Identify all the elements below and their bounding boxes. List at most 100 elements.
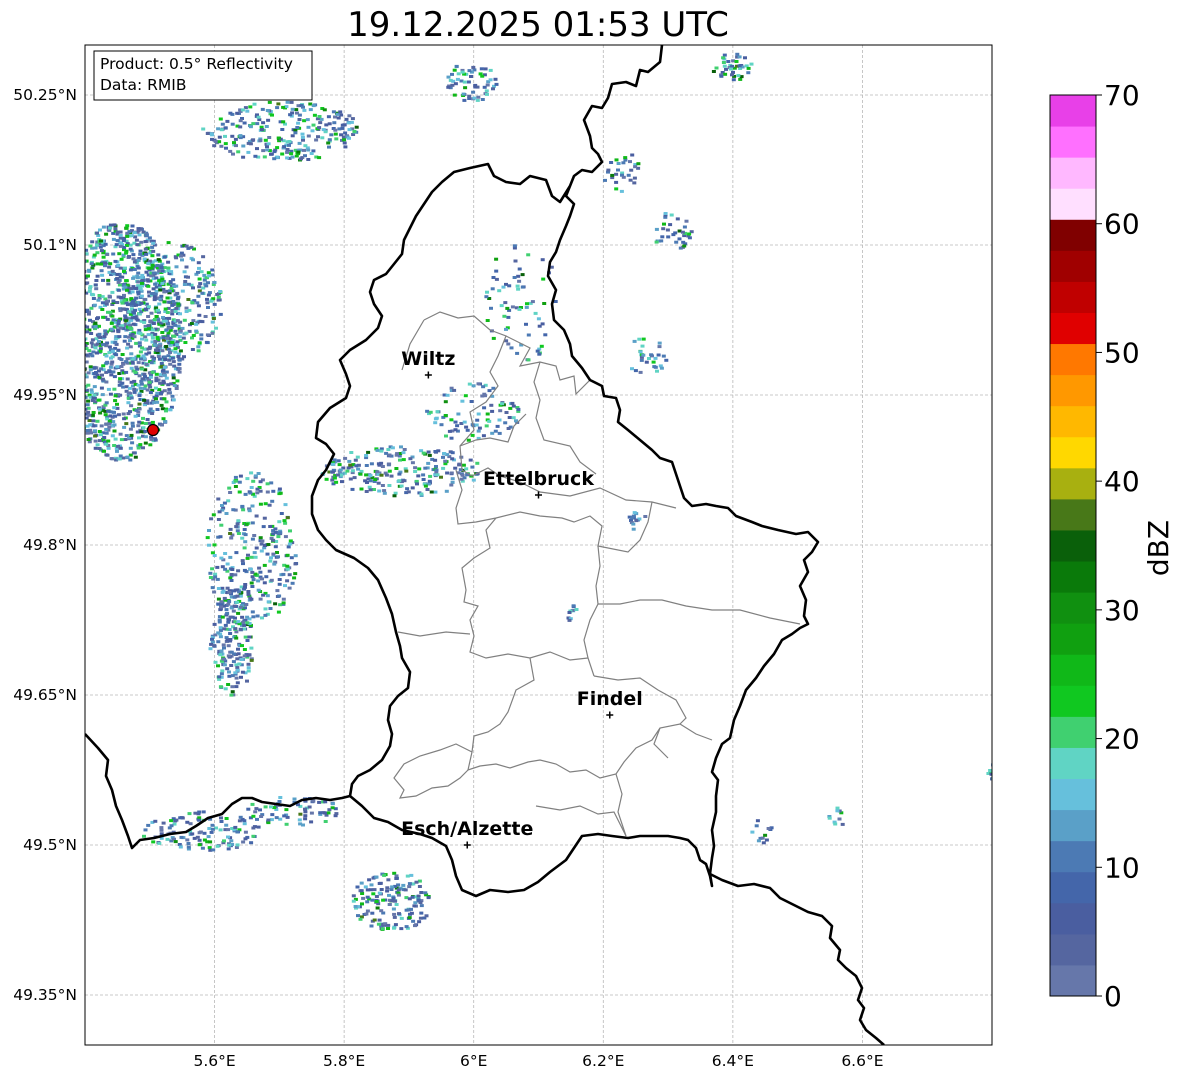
echo-pixel	[236, 620, 241, 624]
echo-pixel	[381, 898, 386, 902]
echo-pixel	[127, 391, 132, 395]
echo-pixel	[176, 302, 181, 306]
echo-pixel	[226, 654, 231, 658]
echo-pixel	[253, 810, 258, 814]
echo-pixel	[75, 334, 79, 337]
echo-pixel	[117, 335, 122, 339]
echo-pixel	[206, 281, 210, 285]
echo-pixel	[623, 156, 628, 160]
echo-pixel	[116, 288, 121, 292]
echo-pixel	[616, 168, 620, 172]
echo-pixel	[138, 443, 143, 447]
echo-pixel	[261, 525, 266, 529]
echo-pixel	[614, 158, 619, 162]
echo-pixel	[268, 559, 273, 563]
echo-pixel	[159, 403, 164, 407]
echo-pixel	[226, 620, 231, 624]
echo-pixel	[196, 345, 201, 349]
echo-pixel	[162, 397, 167, 401]
echo-pixel	[126, 335, 131, 339]
echo-pixel	[213, 572, 218, 576]
echo-pixel	[413, 901, 418, 905]
echo-pixel	[721, 56, 726, 60]
echo-pixel	[386, 878, 391, 882]
echo-pixel	[208, 840, 213, 844]
echo-pixel	[298, 812, 303, 816]
echo-pixel	[289, 100, 294, 104]
echo-pixel	[252, 551, 257, 555]
echo-pixel	[76, 382, 80, 385]
echo-pixel	[457, 463, 462, 467]
echo-pixel	[387, 893, 391, 897]
echo-pixel	[247, 653, 252, 657]
echo-pixel	[306, 134, 311, 138]
echo-pixel	[487, 419, 492, 423]
echo-pixel	[317, 126, 322, 130]
echo-pixel	[108, 223, 113, 227]
x-tick-label: 6.2°E	[582, 1052, 624, 1070]
echo-pixel	[149, 311, 154, 315]
echo-pixel	[661, 354, 666, 358]
echo-pixel	[655, 369, 659, 373]
echo-pixel	[125, 357, 130, 361]
echo-pixel	[241, 508, 246, 512]
echo-pixel	[86, 371, 91, 375]
echo-pixel	[474, 423, 479, 427]
echo-pixel	[157, 357, 162, 361]
echo-pixel	[217, 140, 222, 144]
echo-pixel	[355, 455, 360, 459]
echo-pixel	[160, 282, 165, 285]
echo-pixel	[278, 817, 283, 821]
echo-pixel	[262, 581, 267, 585]
echo-pixel	[208, 647, 213, 651]
echo-pixel	[130, 224, 135, 228]
echo-pixel	[746, 66, 751, 70]
echo-pixel	[167, 387, 172, 391]
radar-site-marker	[146, 423, 160, 437]
echo-pixel	[114, 353, 119, 357]
echo-pixel	[108, 226, 113, 230]
echo-pixel	[264, 575, 269, 579]
echo-pixel	[154, 372, 159, 376]
echo-pixel	[634, 519, 639, 523]
echo-pixel	[153, 292, 158, 296]
colorbar-segment	[1050, 809, 1096, 842]
echo-pixel	[411, 919, 416, 923]
echo-pixel	[361, 896, 366, 900]
echo-pixel	[285, 553, 290, 557]
echo-pixel	[126, 342, 131, 346]
echo-pixel	[280, 128, 285, 131]
echo-pixel	[301, 823, 305, 827]
echo-pixel	[77, 378, 81, 381]
echo-pixel	[391, 907, 396, 911]
echo-pixel	[74, 325, 78, 328]
echo-pixel	[428, 410, 433, 414]
echo-pixel	[390, 446, 395, 450]
echo-pixel	[665, 228, 670, 232]
echo-pixel	[266, 818, 271, 822]
echo-pixel	[238, 474, 243, 478]
echo-pixel	[462, 98, 467, 102]
echo-pixel	[210, 133, 215, 137]
echo-pixel	[251, 826, 256, 830]
echo-pixel	[118, 295, 123, 299]
echo-pixel	[210, 567, 215, 571]
echo-pixel	[197, 341, 202, 345]
echo-pixel	[180, 258, 184, 262]
echo-pixel	[148, 443, 153, 447]
echo-pixel	[471, 65, 476, 69]
echo-pixel	[386, 448, 391, 451]
echo-pixel	[174, 387, 179, 390]
echo-pixel	[835, 806, 840, 810]
colorbar-segment	[1050, 654, 1096, 686]
echo-pixel	[177, 358, 182, 362]
echo-pixel	[166, 391, 171, 395]
echo-pixel	[323, 820, 328, 823]
echo-pixel	[353, 905, 358, 908]
echo-pixel	[289, 556, 294, 560]
echo-pixel	[205, 536, 210, 540]
echo-pixel	[164, 376, 169, 380]
echo-pixel	[470, 465, 475, 469]
echo-pixel	[358, 472, 363, 476]
echo-pixel	[281, 120, 286, 124]
